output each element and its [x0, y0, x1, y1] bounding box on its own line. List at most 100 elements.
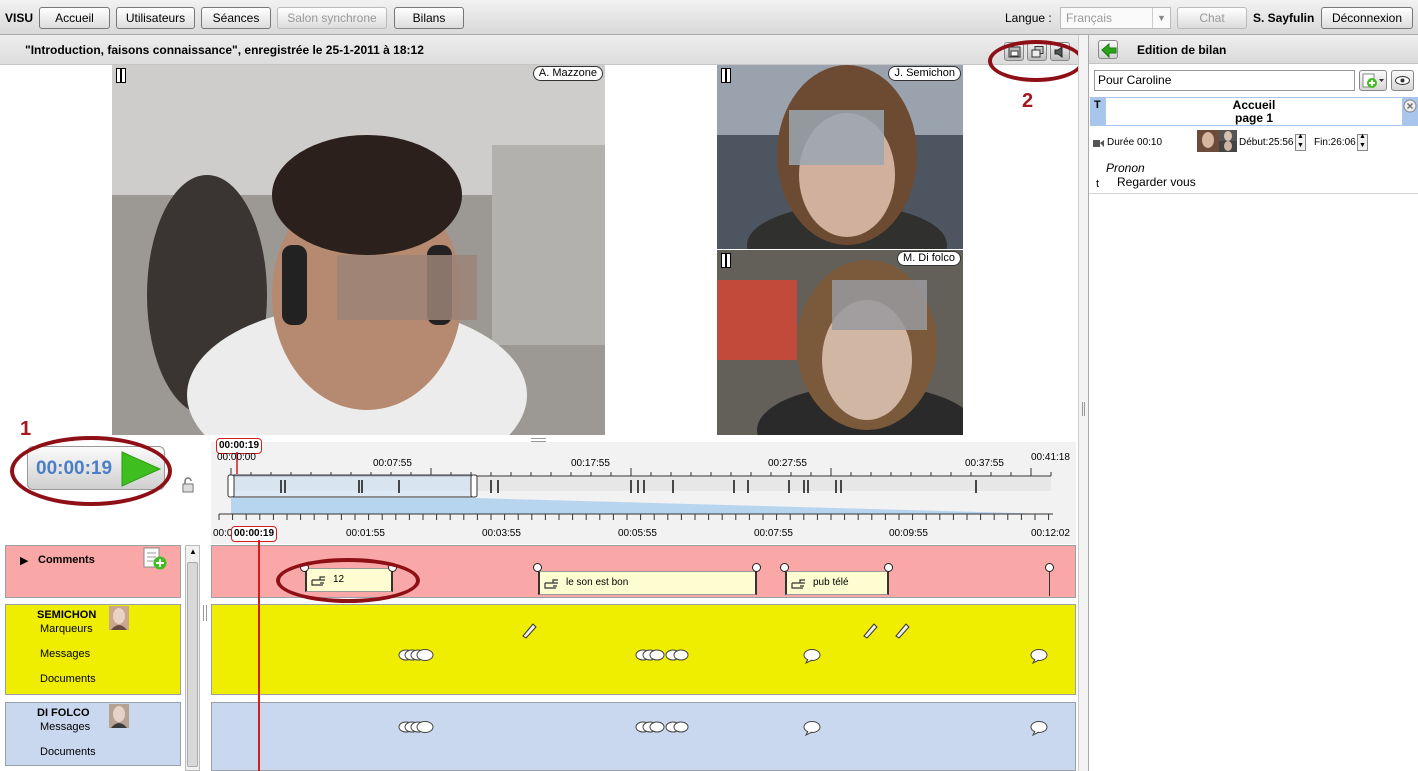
track-body-semichon[interactable] — [211, 604, 1076, 695]
add-item-button[interactable] — [1359, 70, 1387, 91]
divider — [1089, 193, 1418, 194]
message-bubble-icon[interactable] — [1030, 720, 1050, 736]
segment-duration: Durée 00:10 — [1107, 137, 1163, 148]
add-page-icon — [1362, 73, 1384, 88]
track-body-difolco[interactable] — [211, 702, 1076, 771]
zoom-cursor-time: 00:00:19 — [231, 526, 278, 542]
event-edge — [1049, 572, 1050, 596]
nav-utilisateurs-button[interactable]: Utilisateurs — [116, 7, 195, 29]
bilan-title: Edition de bilan — [1137, 43, 1227, 57]
stepper-down-icon[interactable]: ▼ — [1297, 142, 1304, 149]
avatar — [109, 606, 129, 630]
message-bubbles-icon[interactable] — [635, 648, 695, 664]
video-j-semichon[interactable]: J. Semichon — [717, 65, 963, 249]
track-title: SEMICHON — [37, 609, 97, 621]
video-m-di-folco[interactable]: M. Di folco — [717, 250, 963, 435]
marker-pencil-icon[interactable] — [520, 621, 538, 639]
bilan-page-tab[interactable]: T Accueil page 1 — [1090, 97, 1418, 126]
nav-bilans-button[interactable]: Bilans — [394, 7, 464, 29]
stepper-up-icon[interactable]: ▲ — [1297, 133, 1304, 140]
pause-icon[interactable] — [720, 68, 732, 83]
item-type-indicator: t — [1096, 178, 1100, 190]
stepper-up-icon[interactable]: ▲ — [1359, 133, 1366, 140]
message-bubbles-icon[interactable] — [398, 648, 438, 664]
comment-event[interactable]: pub télé — [785, 571, 889, 595]
marker-pencil-icon[interactable] — [861, 621, 879, 639]
page-type-indicator: T — [1090, 97, 1106, 126]
splitter-grip[interactable] — [1082, 402, 1085, 416]
track-row-label: Messages — [40, 721, 91, 733]
zoom-tick-label: 00:01:55 — [346, 528, 385, 539]
event-handle[interactable] — [780, 563, 789, 572]
item-text[interactable]: Regarder vous — [1117, 175, 1196, 189]
annotation-ellipse-1 — [10, 436, 172, 506]
marker-pencil-icon[interactable] — [893, 621, 911, 639]
language-value: Français — [1066, 11, 1113, 25]
start-stepper[interactable]: ▲ ▼ — [1295, 133, 1306, 151]
back-button[interactable] — [1098, 40, 1118, 59]
nav-accueil-button[interactable]: Accueil — [39, 7, 110, 29]
page-tab-body: Accueil page 1 — [1106, 97, 1402, 126]
stepper-down-icon[interactable]: ▼ — [1359, 142, 1366, 149]
chat-button[interactable]: Chat — [1177, 7, 1247, 29]
track-header-comments[interactable]: ▶ Comments — [5, 545, 181, 598]
tracks-scrollbar[interactable]: ▲ — [185, 545, 200, 771]
add-comment-icon[interactable] — [142, 547, 168, 571]
track-row-label: Documents — [40, 746, 96, 758]
track-header-semichon[interactable]: SEMICHON Marqueurs Messages Documents — [5, 604, 181, 695]
video-frame-a-mazzone — [112, 65, 605, 435]
language-select[interactable]: Français ▼ — [1060, 7, 1171, 29]
zoom-ruler[interactable] — [211, 512, 1076, 526]
annotation-number-1: 1 — [20, 418, 32, 440]
end-stepper[interactable]: ▲ ▼ — [1357, 133, 1368, 151]
event-handle[interactable] — [884, 563, 893, 572]
track-row-label: Documents — [40, 673, 96, 685]
lock-icon[interactable] — [180, 476, 196, 494]
zoom-tick-label: 00:09:55 — [889, 528, 928, 539]
bilan-editor-panel: Edition de bilan Pour Caroline T Accueil… — [1088, 35, 1418, 771]
comment-event[interactable]: le son est bon — [538, 571, 757, 595]
item-title: Pronon — [1106, 161, 1145, 175]
pointing-hand-icon — [791, 579, 805, 589]
session-title: "Introduction, faisons connaissance", en… — [25, 43, 424, 57]
track-row-label: Marqueurs — [40, 623, 93, 635]
zoom-tick-label: 00:05:55 — [618, 528, 657, 539]
message-bubble-icon[interactable] — [803, 720, 823, 736]
resize-handle[interactable] — [203, 605, 207, 621]
nav-seances-button[interactable]: Séances — [201, 7, 271, 29]
video-a-mazzone[interactable]: A. Mazzone — [112, 65, 605, 435]
video-frame-m-di-folco — [717, 250, 963, 435]
message-bubbles-icon[interactable] — [398, 720, 438, 736]
comment-event-label: le son est bon — [566, 577, 629, 588]
message-bubbles-icon[interactable] — [635, 720, 695, 736]
pause-icon[interactable] — [115, 68, 127, 83]
event-handle[interactable] — [752, 563, 761, 572]
event-handle[interactable] — [533, 563, 542, 572]
segment-end: Fin:26:06 — [1314, 137, 1356, 148]
track-header-difolco[interactable]: DI FOLCO Messages Documents — [5, 702, 181, 766]
preview-button[interactable] — [1391, 70, 1414, 91]
arrow-left-icon — [1101, 42, 1117, 59]
overview-tick-label: 00:27:55 — [768, 458, 807, 469]
track-title: Comments — [38, 554, 95, 566]
comment-event-label: pub télé — [813, 577, 849, 588]
overview-end-label: 00:41:18 — [1031, 452, 1070, 463]
zoom-end-label: 00:12:02 — [1031, 528, 1070, 539]
scroll-up-icon[interactable]: ▲ — [189, 547, 197, 556]
event-handle[interactable] — [1045, 563, 1054, 572]
pause-icon[interactable] — [720, 253, 732, 268]
logout-button[interactable]: Déconnexion — [1321, 7, 1413, 29]
panel-splitter[interactable] — [1078, 35, 1088, 771]
close-icon[interactable] — [1403, 99, 1418, 115]
annotation-ellipse-2 — [988, 40, 1084, 82]
nav-salon-synchrone-button[interactable]: Salon synchrone — [277, 7, 387, 29]
message-bubble-icon[interactable] — [803, 648, 823, 664]
video-name-label: A. Mazzone — [532, 66, 603, 81]
message-bubble-icon[interactable] — [1030, 648, 1050, 664]
session-title-bar: "Introduction, faisons connaissance", en… — [0, 35, 1078, 65]
playhead-line[interactable] — [258, 540, 260, 771]
overview-tick-label: 00:07:55 — [373, 458, 412, 469]
bilan-name-input[interactable]: Pour Caroline — [1094, 70, 1355, 91]
expand-triangle-icon[interactable]: ▶ — [20, 554, 28, 567]
scrollbar-thumb[interactable] — [187, 562, 198, 767]
